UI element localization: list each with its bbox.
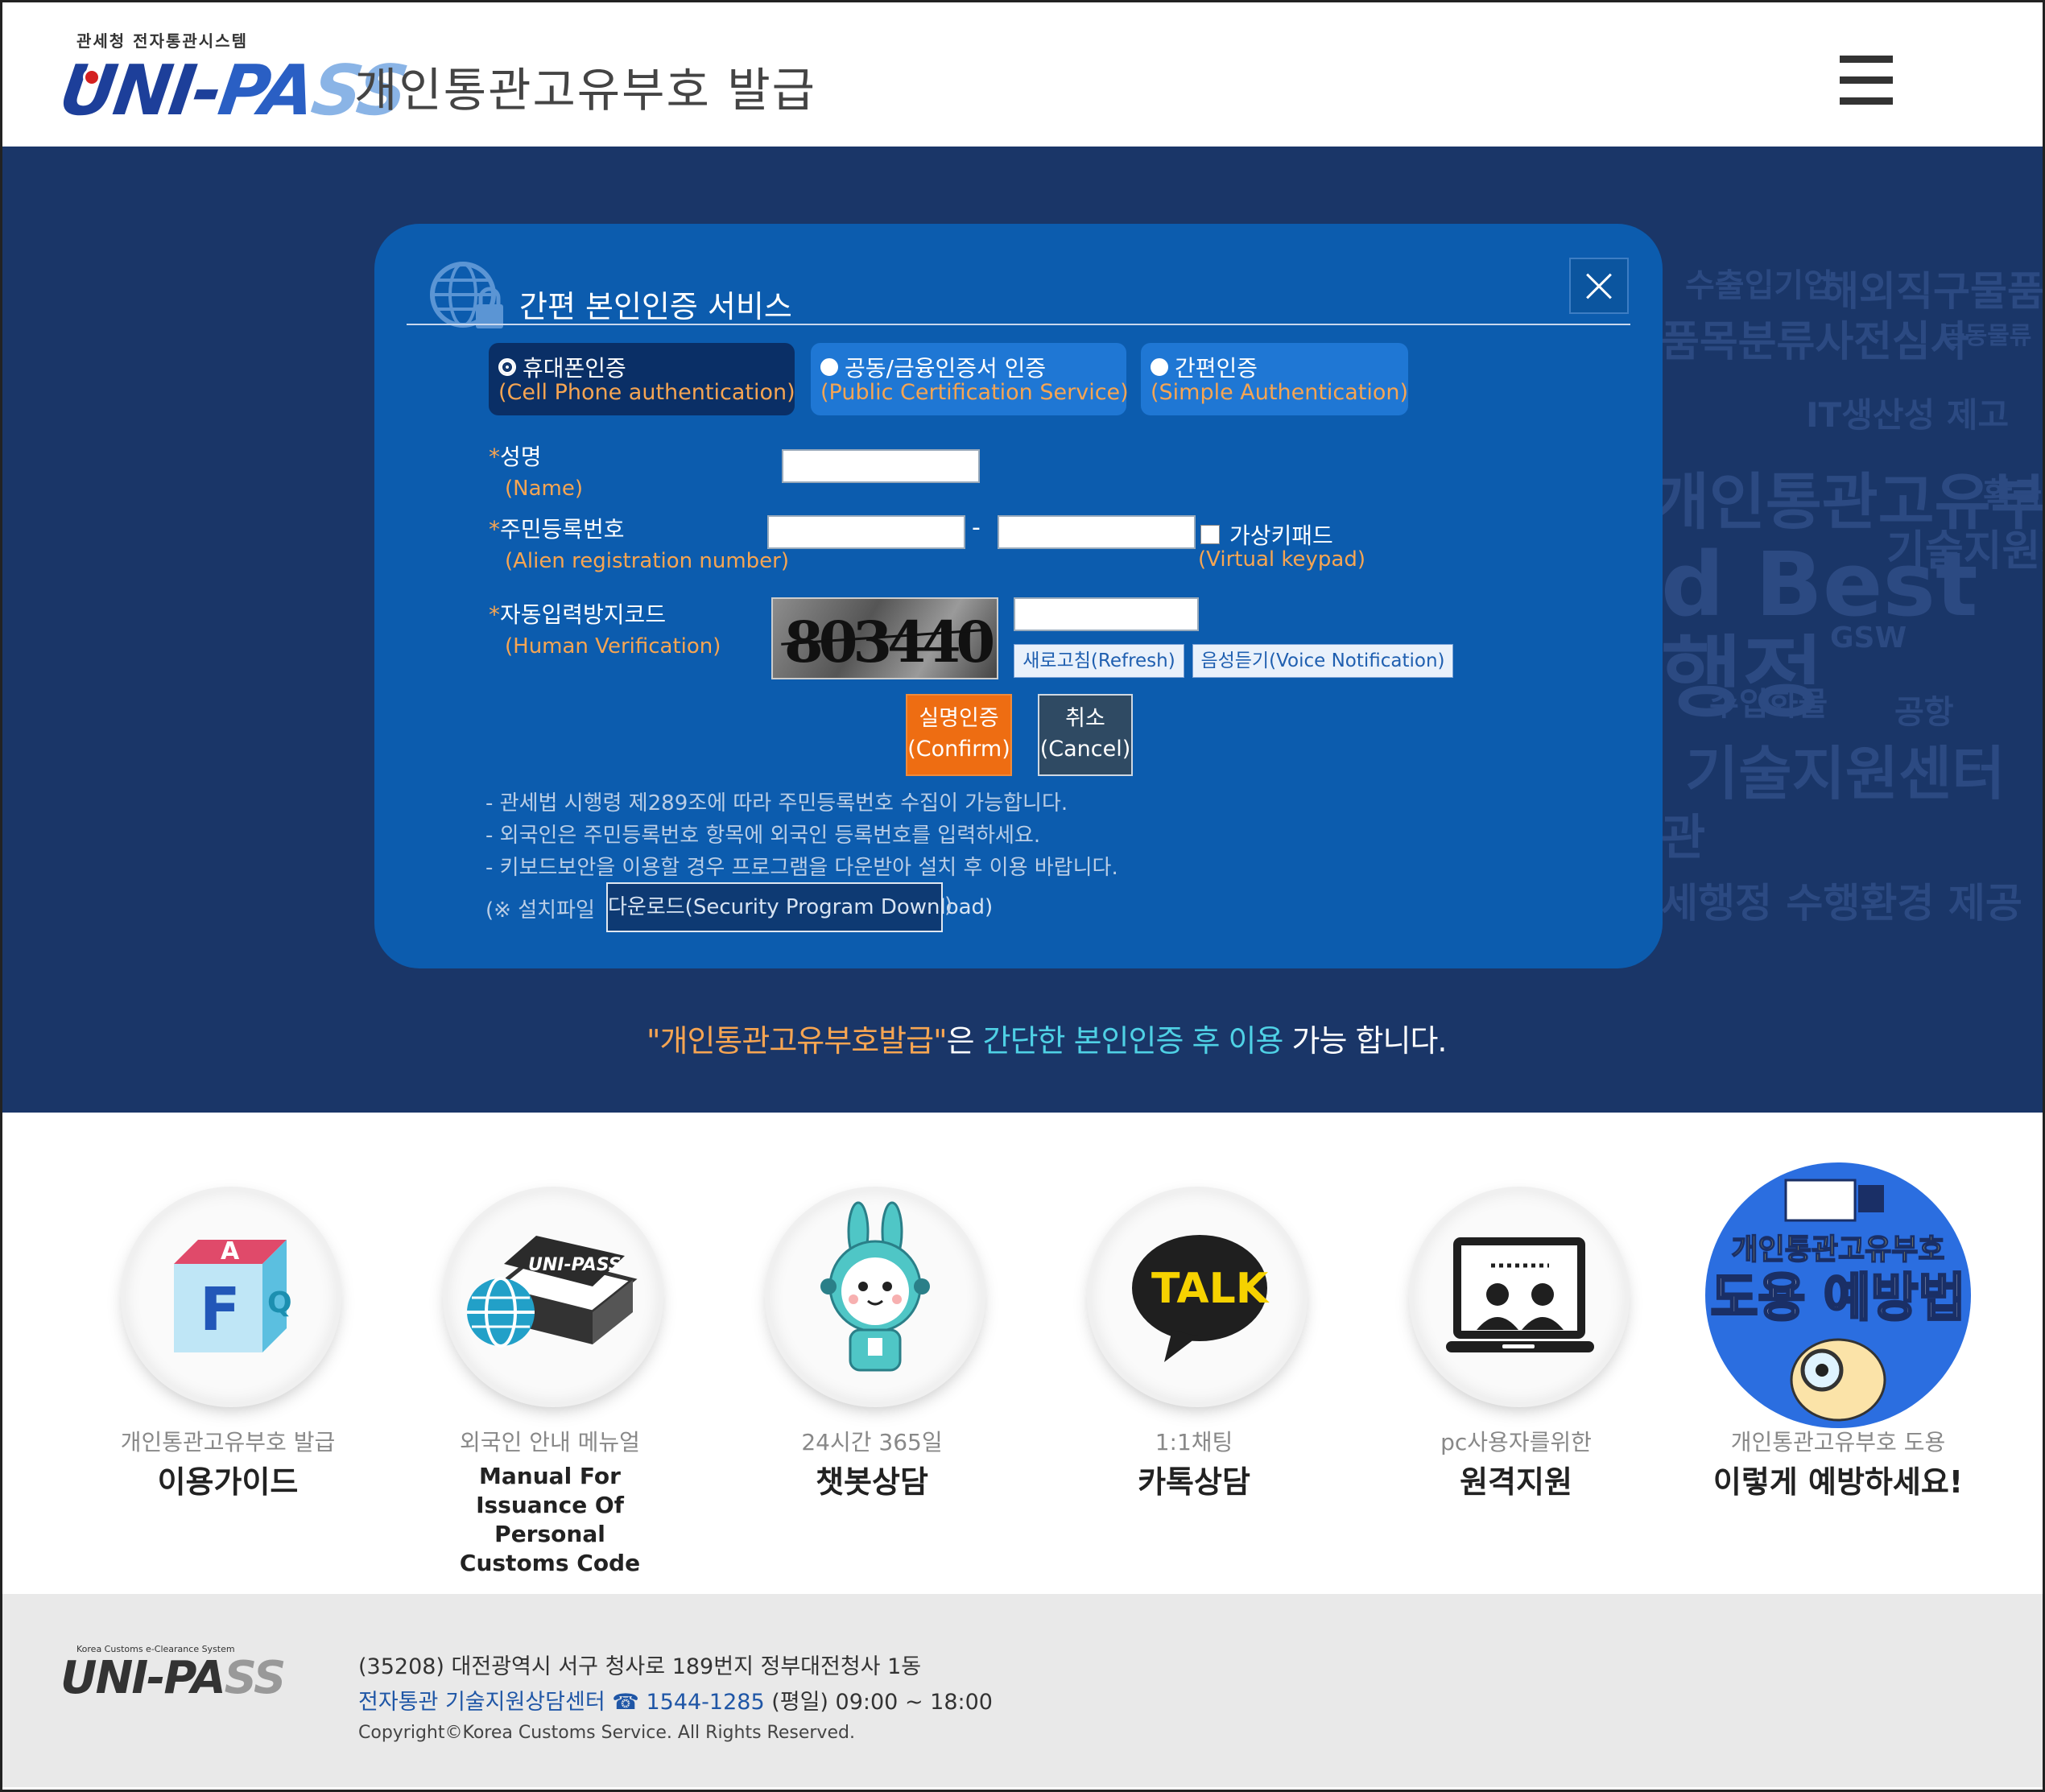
notice-item: - 관세법 시행령 제289조에 따라 주민등록번호 수집이 가능합니다. xyxy=(485,791,1068,815)
download-prefix: (※ 설치파일 xyxy=(485,898,595,923)
service-subtitle: 외국인 안내 메뉴얼 xyxy=(460,1429,640,1455)
svg-text:F: F xyxy=(200,1275,241,1344)
tab-sublabel: (Public Certification Service) xyxy=(820,380,1129,405)
menu-bar-icon xyxy=(1840,97,1893,105)
theft-prevention-badge-icon: 개인통관고유부호 도용 예방법 xyxy=(1705,1162,1971,1428)
modal-title: 간편 본인인증 서비스 xyxy=(519,289,792,324)
service-title: 이렇게 예방하세요! xyxy=(1712,1464,1964,1500)
footer-copyright: Copyright©Korea Customs Service. All Rig… xyxy=(358,1723,855,1743)
virtual-keypad-label: 가상키패드 xyxy=(1229,522,1333,549)
service-theft-prevention[interactable]: 개인통관고유부호 도용 예방법 개인통관고유부호 도용 이렇게 예방하세요! xyxy=(1705,1162,1971,1530)
background-word: 확급 xyxy=(1983,477,2043,514)
service-subtitle: 24시간 365일 xyxy=(801,1429,943,1455)
hero-section: 수출입기업 해외직구물품 품목분류사전심사 공동물류 IT생산성 제고 개인통관… xyxy=(2,147,2043,1113)
service-subtitle: pc사용자를위한 xyxy=(1440,1429,1592,1455)
download-suffix: ) xyxy=(944,894,953,918)
virtual-keypad-checkbox[interactable] xyxy=(1200,525,1220,544)
footer: Korea Customs e-Clearance System UNI-PAS… xyxy=(2,1594,2043,1787)
service-title: 이용가이드 xyxy=(157,1464,299,1500)
hamburger-menu-button[interactable] xyxy=(1840,56,1893,105)
remote-support-laptop-icon xyxy=(1414,1191,1625,1402)
background-word: 수출입기업 xyxy=(1685,267,1833,304)
service-chatbot[interactable]: 24시간 365일 챗봇상담 xyxy=(739,1183,1005,1530)
registration-back-input[interactable] xyxy=(998,515,1196,549)
service-title: 챗봇상담 xyxy=(816,1464,928,1500)
close-button[interactable] xyxy=(1569,258,1629,314)
registration-label: *주민등록번호 (Alien registration number) xyxy=(489,516,790,573)
logo-subtitle: 관세청 전자통관시스템 xyxy=(76,31,248,51)
tab-sublabel: (Simple Authentication) xyxy=(1151,380,1409,405)
service-subtitle: 1:1채팅 xyxy=(1155,1429,1233,1455)
tab-label: 휴대폰인증 xyxy=(523,355,626,382)
captcha-label: *자동입력방지코드 (Human Verification) xyxy=(489,601,721,659)
service-faq-guide[interactable]: F Q A 개인통관고유부호 발급 이용가이드 xyxy=(95,1183,361,1530)
voice-captcha-button[interactable]: 음성듣기(Voice Notification) xyxy=(1192,644,1453,678)
svg-text:UNI-PASS: UNI-PASS xyxy=(528,1255,622,1275)
registration-separator: - xyxy=(972,514,981,542)
background-word: GSW xyxy=(1830,621,1907,654)
captcha-image: 803440 xyxy=(771,597,998,679)
radio-cell-phone[interactable] xyxy=(498,358,516,376)
name-input[interactable] xyxy=(782,449,980,483)
tab-label: 간편인증 xyxy=(1175,355,1258,382)
tab-label: 공동/금융인증서 인증 xyxy=(845,355,1047,382)
service-kakao-talk[interactable]: TALK 1:1채팅 카톡상담 xyxy=(1061,1183,1327,1530)
service-title: Manual For Issuance Of Personal Customs … xyxy=(459,1463,641,1576)
service-foreigner-manual[interactable]: UNI-PASS 외국인 안내 메뉴얼 Manual For Issuance … xyxy=(417,1183,683,1576)
header: 관세청 전자통관시스템 UNI-PASS 개인통관고유부호 발급 xyxy=(2,2,2043,147)
background-word: IT생산성 제고 xyxy=(1806,395,2010,435)
support-center-phone[interactable]: 전자통관 기술지원상담센터 ☎ 1544-1285 xyxy=(358,1690,765,1715)
background-word: 품목분류사전심사 xyxy=(1661,318,1969,366)
kakao-talk-icon: TALK xyxy=(1092,1191,1303,1402)
auth-modal: 간편 본인인증 서비스 휴대폰인증 (Cell Phone authentica… xyxy=(374,224,1663,968)
hero-message: "개인통관고유부호발급"은 간단한 본인인증 후 이용 가능 합니다. xyxy=(647,1023,1448,1059)
tab-simple-auth[interactable]: 간편인증 (Simple Authentication) xyxy=(1141,343,1408,415)
service-remote-support[interactable]: pc사용자를위한 원격지원 xyxy=(1383,1183,1649,1530)
background-word: 기술지원센터 xyxy=(1685,740,2006,807)
background-word: 공동물류 xyxy=(1943,322,2032,350)
captcha-input[interactable] xyxy=(1014,597,1199,631)
tab-public-certificate[interactable]: 공동/금융인증서 인증 (Public Certification Servic… xyxy=(811,343,1129,415)
menu-bar-icon xyxy=(1840,76,1893,84)
confirm-button[interactable]: 실명인증 (Confirm) xyxy=(906,694,1012,776)
footer-address: (35208) 대전광역시 서구 청사로 189번지 정부대전청사 1동 xyxy=(358,1654,922,1679)
notice-item: - 키보드보안을 이용할 경우 프로그램을 다운받아 설치 후 이용 바랍니다. xyxy=(485,856,1118,880)
title-divider xyxy=(407,324,1630,325)
notice-list: - 관세법 시행령 제289조에 따라 주민등록번호 수집이 가능합니다. - … xyxy=(485,787,1118,884)
menu-bar-icon xyxy=(1840,56,1893,63)
refresh-captcha-button[interactable]: 새로고침(Refresh) xyxy=(1014,644,1184,678)
radio-public-certificate[interactable] xyxy=(820,358,838,376)
service-title: 카톡상담 xyxy=(1138,1464,1250,1500)
svg-text:TALK: TALK xyxy=(1151,1265,1270,1313)
logo-dot-icon xyxy=(83,68,101,86)
svg-text:Q: Q xyxy=(267,1286,292,1319)
cancel-button[interactable]: 취소 (Cancel) xyxy=(1038,694,1133,776)
service-title: 원격지원 xyxy=(1460,1464,1572,1500)
service-subtitle: 개인통관고유부호 도용 xyxy=(1730,1429,1946,1455)
security-download-button[interactable]: 다운로드(Security Program Download) xyxy=(606,882,993,932)
notice-item: - 외국인은 주민등록번호 항목에 외국인 등록번호를 입력하세요. xyxy=(485,824,1041,848)
registration-front-input[interactable] xyxy=(767,515,965,549)
radio-simple-auth[interactable] xyxy=(1151,358,1168,376)
tab-cell-phone[interactable]: 휴대폰인증 (Cell Phone authentication) xyxy=(489,343,795,415)
footer-contact: 전자통관 기술지원상담센터 ☎ 1544-1285 (평일) 09:00 ~ 1… xyxy=(358,1690,993,1715)
manual-book-icon: UNI-PASS xyxy=(448,1191,659,1402)
background-word: 세행정 수행환경 제공 xyxy=(1661,880,2022,927)
virtual-keypad-sublabel: (Virtual keypad) xyxy=(1198,547,1365,572)
page-title: 개인통관고유부호 발급 xyxy=(354,63,817,118)
service-subtitle: 개인통관고유부호 발급 xyxy=(120,1429,336,1455)
chatbot-rabbit-icon xyxy=(770,1191,981,1402)
svg-text:개인통관고유부호: 개인통관고유부호 xyxy=(1732,1233,1945,1266)
background-word: 관 xyxy=(1661,810,1706,866)
svg-text:A: A xyxy=(221,1237,240,1266)
tab-sublabel: (Cell Phone authentication) xyxy=(498,380,795,405)
faq-cube-icon: F Q A xyxy=(126,1191,337,1402)
svg-text:도용 예방법: 도용 예방법 xyxy=(1711,1269,1966,1328)
name-label: *성명 (Name) xyxy=(489,444,583,501)
background-word: 수입화물 xyxy=(1709,686,1828,723)
